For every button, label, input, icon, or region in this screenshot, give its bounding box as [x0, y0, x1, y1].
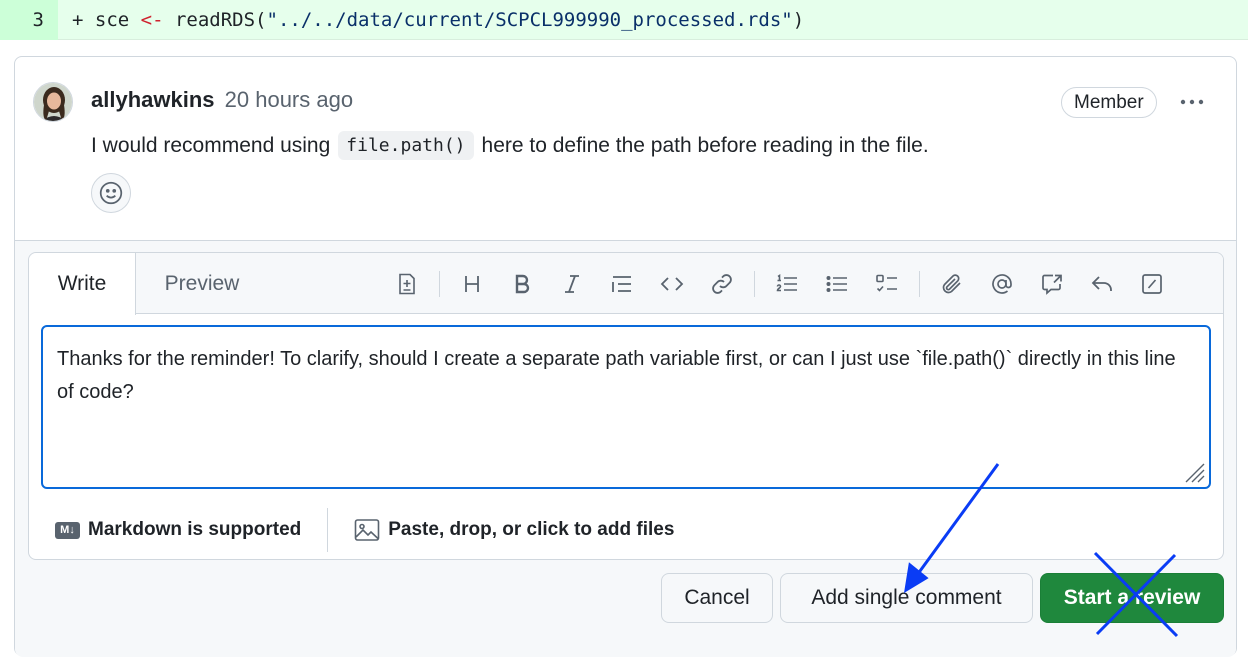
mention-icon[interactable]	[984, 266, 1020, 302]
diff-line-number: 3	[0, 0, 58, 40]
editor-footer: M↓ Markdown is supported Paste, drop, or…	[29, 499, 1223, 559]
diff-line: 3 + sce <- readRDS("../../data/current/S…	[0, 0, 1248, 40]
code-icon[interactable]	[654, 266, 690, 302]
comment-author[interactable]: allyhawkins	[91, 87, 215, 112]
italic-icon[interactable]	[554, 266, 590, 302]
task-list-icon[interactable]	[869, 266, 905, 302]
cancel-button[interactable]: Cancel	[661, 573, 773, 623]
add-single-comment-button[interactable]: Add single comment	[780, 573, 1033, 623]
quote-icon[interactable]	[604, 266, 640, 302]
tab-write[interactable]: Write	[29, 253, 136, 315]
markdown-supported-link[interactable]: M↓ Markdown is supported	[55, 519, 301, 541]
comment-editor: Write Preview Thanks for the reminder! T…	[28, 252, 1224, 560]
avatar[interactable]	[33, 82, 73, 122]
toolbar-separator	[919, 271, 920, 297]
comment-textarea[interactable]: Thanks for the reminder! To clarify, sho…	[41, 325, 1211, 489]
review-comment-card: allyhawkins 20 hours ago Member I would …	[14, 56, 1237, 657]
image-icon	[354, 519, 380, 541]
reply-icon[interactable]	[1084, 266, 1120, 302]
link-icon[interactable]	[704, 266, 740, 302]
comment-text-before: I would recommend using	[91, 133, 331, 157]
unordered-list-icon[interactable]	[819, 266, 855, 302]
diff-string: "../../data/current/SCPCL999990_processe…	[266, 8, 793, 31]
bold-icon[interactable]	[504, 266, 540, 302]
editor-tabs: Write Preview	[29, 253, 1223, 315]
comment-draft-text: Thanks for the reminder! To clarify, sho…	[57, 348, 1176, 403]
toolbar-separator	[439, 271, 440, 297]
attach-files-link[interactable]: Paste, drop, or click to add files	[354, 518, 674, 542]
inline-code: file.path()	[338, 131, 474, 160]
ordered-list-icon[interactable]	[769, 266, 805, 302]
resize-handle-icon[interactable]	[1183, 461, 1205, 483]
attach-icon[interactable]	[934, 266, 970, 302]
diff-function: readRDS(	[163, 8, 267, 31]
member-badge: Member	[1061, 87, 1157, 118]
more-options-icon[interactable]	[1176, 87, 1208, 117]
comment-timestamp[interactable]: 20 hours ago	[225, 87, 353, 112]
slash-icon[interactable]	[1134, 266, 1170, 302]
attach-label: Paste, drop, or click to add files	[388, 519, 675, 540]
markdown-toolbar	[389, 265, 1184, 303]
comment-text-after: here to define the path before reading i…	[481, 133, 929, 157]
comment: allyhawkins 20 hours ago Member I would …	[15, 57, 1236, 240]
diff-operator: <-	[140, 8, 164, 31]
diff-code-prefix: sce	[94, 8, 141, 31]
toolbar-separator	[754, 271, 755, 297]
comment-body: I would recommend using file.path() here…	[91, 131, 929, 160]
diff-code: + sce <- readRDS("../../data/current/SCP…	[58, 9, 804, 31]
reply-area: Write Preview Thanks for the reminder! T…	[15, 241, 1236, 657]
footer-separator	[327, 508, 329, 552]
markdown-label: Markdown is supported	[88, 519, 302, 540]
heading-icon[interactable]	[454, 266, 490, 302]
comment-header: allyhawkins 20 hours ago	[91, 87, 353, 113]
add-file-icon[interactable]	[389, 266, 425, 302]
diff-plus: +	[72, 8, 95, 31]
tab-preview[interactable]: Preview	[147, 253, 257, 315]
reference-icon[interactable]	[1034, 266, 1070, 302]
add-reaction-icon[interactable]	[91, 173, 131, 213]
diff-close: )	[792, 8, 805, 31]
markdown-icon: M↓	[55, 521, 80, 539]
start-review-button[interactable]: Start a review	[1040, 573, 1224, 623]
